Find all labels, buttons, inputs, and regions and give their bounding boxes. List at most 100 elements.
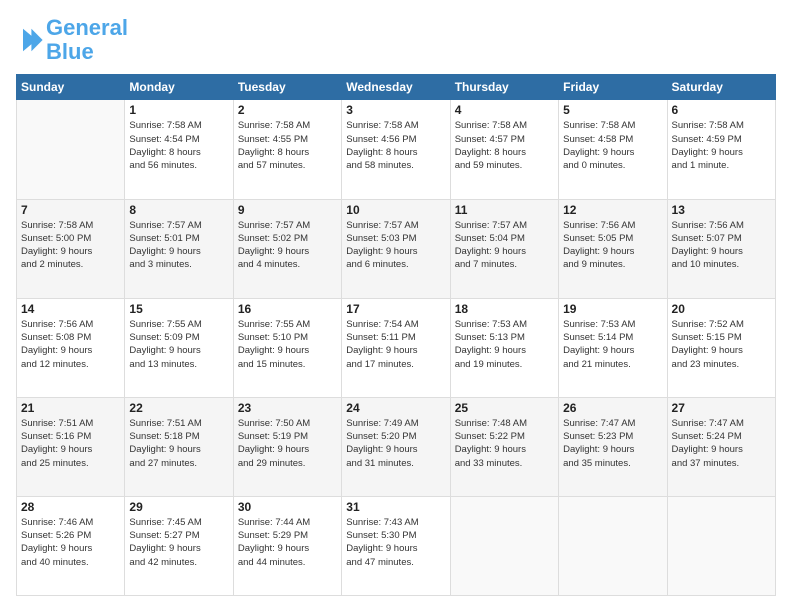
- day-number: 9: [238, 203, 337, 217]
- day-number: 31: [346, 500, 445, 514]
- calendar-cell: 2 Sunrise: 7:58 AM Sunset: 4:55 PM Daylig…: [233, 100, 341, 199]
- day-number: 13: [672, 203, 771, 217]
- header: General Blue: [16, 16, 776, 64]
- day-number: 6: [672, 103, 771, 117]
- calendar-cell: 30 Sunrise: 7:44 AM Sunset: 5:29 PM Dayli…: [233, 496, 341, 595]
- logo: General Blue: [16, 16, 128, 64]
- calendar-cell: 7 Sunrise: 7:58 AM Sunset: 5:00 PM Daylig…: [17, 199, 125, 298]
- calendar-cell: 22 Sunrise: 7:51 AM Sunset: 5:18 PM Dayli…: [125, 397, 233, 496]
- day-info: Sunrise: 7:48 AM Sunset: 5:22 PM Dayligh…: [455, 417, 554, 470]
- calendar-cell: 16 Sunrise: 7:55 AM Sunset: 5:10 PM Dayli…: [233, 298, 341, 397]
- logo-text: General Blue: [46, 16, 128, 64]
- calendar-cell: 4 Sunrise: 7:58 AM Sunset: 4:57 PM Daylig…: [450, 100, 558, 199]
- day-info: Sunrise: 7:47 AM Sunset: 5:24 PM Dayligh…: [672, 417, 771, 470]
- calendar-cell: 20 Sunrise: 7:52 AM Sunset: 5:15 PM Dayli…: [667, 298, 775, 397]
- day-number: 12: [563, 203, 662, 217]
- day-info: Sunrise: 7:49 AM Sunset: 5:20 PM Dayligh…: [346, 417, 445, 470]
- col-monday: Monday: [125, 75, 233, 100]
- day-info: Sunrise: 7:57 AM Sunset: 5:02 PM Dayligh…: [238, 219, 337, 272]
- day-number: 21: [21, 401, 120, 415]
- calendar-cell: 8 Sunrise: 7:57 AM Sunset: 5:01 PM Daylig…: [125, 199, 233, 298]
- day-number: 20: [672, 302, 771, 316]
- logo-icon: [16, 26, 44, 54]
- day-info: Sunrise: 7:57 AM Sunset: 5:01 PM Dayligh…: [129, 219, 228, 272]
- day-number: 18: [455, 302, 554, 316]
- day-number: 26: [563, 401, 662, 415]
- calendar-row-2: 7 Sunrise: 7:58 AM Sunset: 5:00 PM Daylig…: [17, 199, 776, 298]
- col-wednesday: Wednesday: [342, 75, 450, 100]
- day-info: Sunrise: 7:57 AM Sunset: 5:04 PM Dayligh…: [455, 219, 554, 272]
- day-number: 16: [238, 302, 337, 316]
- day-number: 22: [129, 401, 228, 415]
- calendar-cell: 31 Sunrise: 7:43 AM Sunset: 5:30 PM Dayli…: [342, 496, 450, 595]
- day-info: Sunrise: 7:53 AM Sunset: 5:14 PM Dayligh…: [563, 318, 662, 371]
- day-info: Sunrise: 7:54 AM Sunset: 5:11 PM Dayligh…: [346, 318, 445, 371]
- day-info: Sunrise: 7:45 AM Sunset: 5:27 PM Dayligh…: [129, 516, 228, 569]
- day-number: 5: [563, 103, 662, 117]
- day-info: Sunrise: 7:58 AM Sunset: 4:59 PM Dayligh…: [672, 119, 771, 172]
- day-number: 25: [455, 401, 554, 415]
- day-info: Sunrise: 7:57 AM Sunset: 5:03 PM Dayligh…: [346, 219, 445, 272]
- day-number: 10: [346, 203, 445, 217]
- day-number: 24: [346, 401, 445, 415]
- calendar-cell: 19Sunrise: 7:53 AM Sunset: 5:14 PM Dayli…: [559, 298, 667, 397]
- calendar-cell: 26 Sunrise: 7:47 AM Sunset: 5:23 PM Dayli…: [559, 397, 667, 496]
- day-number: 17: [346, 302, 445, 316]
- calendar-cell: [450, 496, 558, 595]
- day-info: Sunrise: 7:58 AM Sunset: 4:55 PM Dayligh…: [238, 119, 337, 172]
- calendar-cell: 15 Sunrise: 7:55 AM Sunset: 5:09 PM Dayli…: [125, 298, 233, 397]
- calendar-row-5: 28Sunrise: 7:46 AM Sunset: 5:26 PM Dayli…: [17, 496, 776, 595]
- day-info: Sunrise: 7:56 AM Sunset: 5:05 PM Dayligh…: [563, 219, 662, 272]
- calendar-cell: 3 Sunrise: 7:58 AM Sunset: 4:56 PM Daylig…: [342, 100, 450, 199]
- calendar-cell: 11Sunrise: 7:57 AM Sunset: 5:04 PM Dayli…: [450, 199, 558, 298]
- day-number: 30: [238, 500, 337, 514]
- calendar-cell: 1Sunrise: 7:58 AM Sunset: 4:54 PM Daylig…: [125, 100, 233, 199]
- day-number: 4: [455, 103, 554, 117]
- day-number: 28: [21, 500, 120, 514]
- calendar-row-1: 1Sunrise: 7:58 AM Sunset: 4:54 PM Daylig…: [17, 100, 776, 199]
- day-info: Sunrise: 7:58 AM Sunset: 4:58 PM Dayligh…: [563, 119, 662, 172]
- calendar-cell: 27Sunrise: 7:47 AM Sunset: 5:24 PM Dayli…: [667, 397, 775, 496]
- day-info: Sunrise: 7:52 AM Sunset: 5:15 PM Dayligh…: [672, 318, 771, 371]
- calendar-cell: 17 Sunrise: 7:54 AM Sunset: 5:11 PM Dayli…: [342, 298, 450, 397]
- calendar-cell: 10 Sunrise: 7:57 AM Sunset: 5:03 PM Dayli…: [342, 199, 450, 298]
- col-friday: Friday: [559, 75, 667, 100]
- day-info: Sunrise: 7:55 AM Sunset: 5:10 PM Dayligh…: [238, 318, 337, 371]
- day-info: Sunrise: 7:58 AM Sunset: 4:57 PM Dayligh…: [455, 119, 554, 172]
- calendar-row-3: 14Sunrise: 7:56 AM Sunset: 5:08 PM Dayli…: [17, 298, 776, 397]
- day-number: 2: [238, 103, 337, 117]
- day-info: Sunrise: 7:47 AM Sunset: 5:23 PM Dayligh…: [563, 417, 662, 470]
- day-number: 15: [129, 302, 228, 316]
- calendar-cell: 28Sunrise: 7:46 AM Sunset: 5:26 PM Dayli…: [17, 496, 125, 595]
- day-info: Sunrise: 7:55 AM Sunset: 5:09 PM Dayligh…: [129, 318, 228, 371]
- calendar-cell: 12 Sunrise: 7:56 AM Sunset: 5:05 PM Dayli…: [559, 199, 667, 298]
- day-info: Sunrise: 7:44 AM Sunset: 5:29 PM Dayligh…: [238, 516, 337, 569]
- day-info: Sunrise: 7:58 AM Sunset: 5:00 PM Dayligh…: [21, 219, 120, 272]
- day-info: Sunrise: 7:51 AM Sunset: 5:16 PM Dayligh…: [21, 417, 120, 470]
- calendar-cell: [17, 100, 125, 199]
- calendar-cell: 9 Sunrise: 7:57 AM Sunset: 5:02 PM Daylig…: [233, 199, 341, 298]
- day-number: 8: [129, 203, 228, 217]
- logo-blue: Blue: [46, 40, 128, 64]
- day-info: Sunrise: 7:53 AM Sunset: 5:13 PM Dayligh…: [455, 318, 554, 371]
- calendar-cell: 14Sunrise: 7:56 AM Sunset: 5:08 PM Dayli…: [17, 298, 125, 397]
- day-number: 7: [21, 203, 120, 217]
- day-info: Sunrise: 7:43 AM Sunset: 5:30 PM Dayligh…: [346, 516, 445, 569]
- col-tuesday: Tuesday: [233, 75, 341, 100]
- day-number: 3: [346, 103, 445, 117]
- col-thursday: Thursday: [450, 75, 558, 100]
- day-number: 1: [129, 103, 228, 117]
- day-info: Sunrise: 7:58 AM Sunset: 4:56 PM Dayligh…: [346, 119, 445, 172]
- calendar-cell: 13Sunrise: 7:56 AM Sunset: 5:07 PM Dayli…: [667, 199, 775, 298]
- calendar-cell: 5 Sunrise: 7:58 AM Sunset: 4:58 PM Daylig…: [559, 100, 667, 199]
- day-info: Sunrise: 7:51 AM Sunset: 5:18 PM Dayligh…: [129, 417, 228, 470]
- calendar-cell: [559, 496, 667, 595]
- header-row: Sunday Monday Tuesday Wednesday Thursday…: [17, 75, 776, 100]
- col-saturday: Saturday: [667, 75, 775, 100]
- calendar-table: Sunday Monday Tuesday Wednesday Thursday…: [16, 74, 776, 596]
- day-number: 14: [21, 302, 120, 316]
- col-sunday: Sunday: [17, 75, 125, 100]
- logo-general: General: [46, 15, 128, 40]
- calendar-row-4: 21 Sunrise: 7:51 AM Sunset: 5:16 PM Dayli…: [17, 397, 776, 496]
- calendar-cell: 29Sunrise: 7:45 AM Sunset: 5:27 PM Dayli…: [125, 496, 233, 595]
